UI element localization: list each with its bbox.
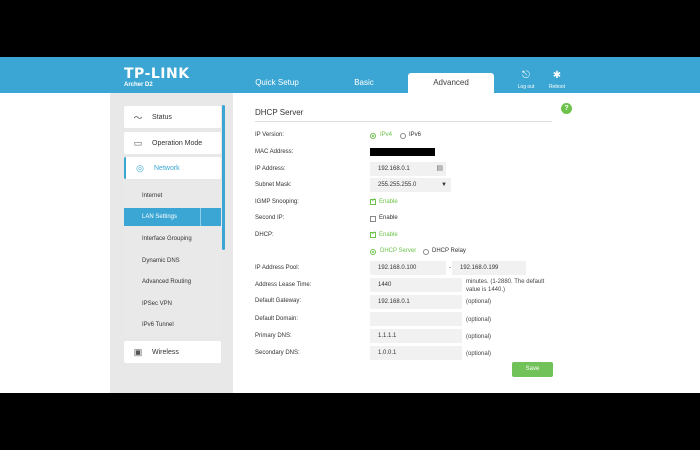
logout-label: Log out xyxy=(517,84,535,90)
sidebar-subitem-interface-grouping[interactable]: Interface Grouping xyxy=(124,230,221,248)
tab-quick-setup[interactable]: Quick Setup xyxy=(235,73,319,93)
sidebar-item-label: Network xyxy=(154,164,180,172)
ipv4-label: IPv4 xyxy=(380,132,393,138)
ip-address-value: 192.168.0.1 xyxy=(378,166,410,172)
title-divider xyxy=(255,121,552,122)
sidebar-item-operation-mode[interactable]: ▭ Operation Mode xyxy=(124,132,221,154)
igmp-enable-label: Enable xyxy=(379,199,398,205)
ip-address-field[interactable]: 192.168.0.1 ▤ xyxy=(370,162,446,176)
second-ip-enable-label: Enable xyxy=(379,215,398,221)
help-icon[interactable]: ? xyxy=(561,103,572,114)
ip-pool-label: IP Address Pool: xyxy=(255,265,300,271)
secondary-dns-optional-note: (optional) xyxy=(466,351,492,357)
save-button[interactable]: Save xyxy=(512,362,553,377)
dhcp-enable-label: Enable xyxy=(379,232,398,238)
mac-address-redacted xyxy=(370,148,435,156)
ip-version-label: IP Version: xyxy=(255,132,284,138)
lease-time-note-1: minutes. (1-2880. The default xyxy=(466,279,545,285)
ip-pool-separator: - xyxy=(449,265,451,271)
copy-icon: ▤ xyxy=(436,165,443,172)
tab-basic[interactable]: Basic xyxy=(322,73,406,93)
ip-address-label: IP Address: xyxy=(255,166,286,172)
monitor-icon: ▭ xyxy=(133,137,143,148)
ipv6-label: IPv6 xyxy=(409,132,422,138)
ipv6-radio[interactable] xyxy=(400,133,406,139)
page-title: DHCP Server xyxy=(255,108,304,117)
chevron-down-icon: ▼ xyxy=(441,182,447,188)
ip-pool-start-input[interactable]: 192.168.0.100 xyxy=(370,261,446,275)
secondary-dns-input[interactable]: 1.0.0.1 xyxy=(370,346,462,360)
dhcp-label: DHCP: xyxy=(255,232,274,238)
default-gateway-label: Default Gateway: xyxy=(255,298,302,304)
model-name: Archer D2 xyxy=(124,82,153,88)
sidebar-item-wireless[interactable]: ▣ Wireless xyxy=(124,341,221,363)
sidebar-subitem-lan-settings[interactable]: LAN Settings xyxy=(124,208,221,226)
logout-icon: ⎋ xyxy=(522,70,530,81)
sidebar-item-label: Operation Mode xyxy=(152,139,203,147)
ip-pool-end-input[interactable]: 192.168.0.199 xyxy=(452,261,526,275)
sidebar-item-label: Wireless xyxy=(152,348,179,356)
dhcp-checkbox[interactable] xyxy=(370,230,376,238)
dhcp-relay-radio[interactable] xyxy=(423,249,429,255)
dhcp-server-radio[interactable] xyxy=(370,249,376,255)
sidebar-subitem-internet[interactable]: Internet xyxy=(124,187,221,205)
sidebar-subitem-label: LAN Settings xyxy=(142,214,178,220)
sidebar-subitem-advanced-routing[interactable]: Advanced Routing xyxy=(124,273,221,291)
sidebar-item-status[interactable]: 〜 Status xyxy=(124,106,221,128)
default-domain-label: Default Domain: xyxy=(255,316,299,322)
reboot-button[interactable]: ✱ Reboot xyxy=(542,70,572,90)
second-ip-checkbox[interactable] xyxy=(370,216,376,222)
active-marker xyxy=(200,208,201,226)
igmp-snooping-label: IGMP Snooping: xyxy=(255,199,299,205)
subnet-mask-select[interactable]: 255.255.255.0 ▼ xyxy=(370,178,451,192)
tab-advanced[interactable]: Advanced xyxy=(408,73,494,93)
sidebar-item-network[interactable]: ◎ Network xyxy=(124,157,221,179)
default-domain-input[interactable] xyxy=(370,312,462,326)
globe-icon: ◎ xyxy=(136,162,144,173)
brand-logo: TP-LINK xyxy=(124,66,190,82)
primary-dns-input[interactable]: 1.1.1.1 xyxy=(370,329,462,343)
sidebar-subitem-ipsec-vpn[interactable]: IPSec VPN xyxy=(124,295,221,313)
subnet-mask-value: 255.255.255.0 xyxy=(378,182,417,188)
domain-optional-note: (optional) xyxy=(466,317,492,323)
sidebar-subitem-dynamic-dns[interactable]: Dynamic DNS xyxy=(124,252,221,270)
gateway-optional-note: (optional) xyxy=(466,299,492,305)
dhcp-server-label: DHCP Server xyxy=(380,248,417,254)
status-icon: 〜 xyxy=(133,112,143,123)
reboot-icon: ✱ xyxy=(552,70,562,81)
sidebar-item-label: Status xyxy=(152,113,172,121)
ipv4-radio[interactable] xyxy=(370,133,376,139)
sidebar-subitem-ipv6-tunnel[interactable]: IPv6 Tunnel xyxy=(124,316,221,334)
lease-time-label: Address Lease Time: xyxy=(255,282,312,288)
second-ip-label: Second IP: xyxy=(255,215,285,221)
secondary-dns-label: Secondary DNS: xyxy=(255,350,300,356)
wireless-icon: ▣ xyxy=(133,346,143,357)
reboot-label: Reboot xyxy=(548,84,566,90)
logout-button[interactable]: ⎋ Log out xyxy=(511,70,541,90)
sidebar-scrollbar[interactable] xyxy=(222,105,225,250)
primary-dns-label: Primary DNS: xyxy=(255,333,292,339)
igmp-snooping-checkbox[interactable] xyxy=(370,197,376,205)
lease-time-input[interactable]: 1440 xyxy=(370,278,462,292)
dhcp-relay-label: DHCP Relay xyxy=(432,248,466,254)
primary-dns-optional-note: (optional) xyxy=(466,334,492,340)
main-content xyxy=(0,93,700,393)
lease-time-note-2: value is 1440.) xyxy=(466,287,506,293)
subnet-mask-label: Subnet Mask: xyxy=(255,182,292,188)
default-gateway-input[interactable]: 192.168.0.1 xyxy=(370,295,462,309)
mac-address-label: MAC Address: xyxy=(255,149,294,155)
